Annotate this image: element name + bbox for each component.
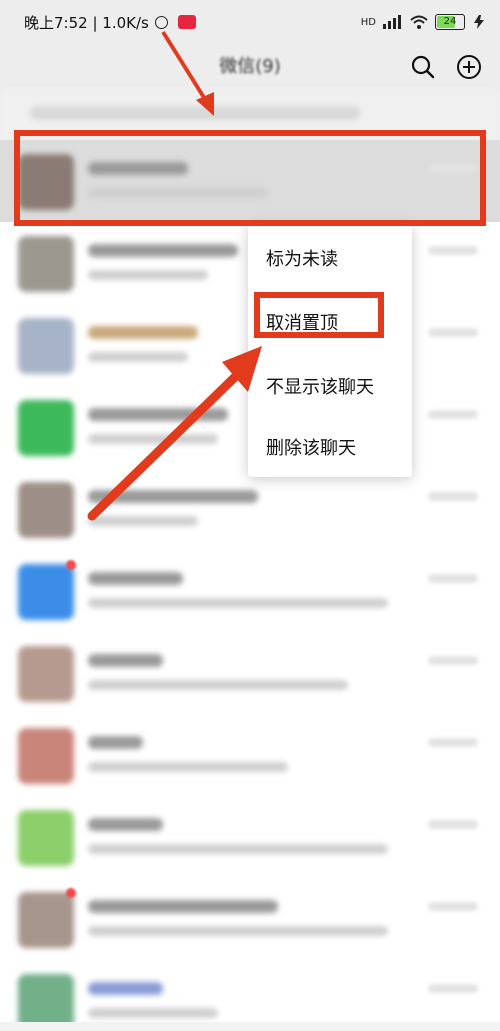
chat-row[interactable] — [0, 468, 500, 550]
avatar — [18, 318, 74, 374]
status-bar: 晚上7:52 | 1.0K/s HD 24 — [0, 0, 500, 44]
app-badge-icon — [177, 15, 196, 29]
chat-row[interactable] — [0, 632, 500, 714]
context-menu: 标为未读 取消置顶 不显示该聊天 删除该聊天 — [248, 225, 412, 477]
avatar — [18, 236, 74, 292]
network-label: HD — [360, 16, 376, 28]
avatar — [18, 400, 74, 456]
wifi-icon — [410, 15, 428, 29]
annotation-box-unpin — [254, 292, 384, 338]
menu-item-delete-chat[interactable]: 删除该聊天 — [266, 434, 356, 460]
chat-row[interactable] — [0, 960, 500, 1031]
charging-icon — [474, 15, 484, 29]
status-right: HD 24 — [361, 14, 486, 30]
app-header: 微信(9) — [0, 44, 500, 90]
annotation-box-pinned-row — [14, 130, 486, 226]
avatar — [18, 810, 74, 866]
status-left: 晚上7:52 | 1.0K/s — [24, 12, 196, 33]
battery-level: 24 — [443, 16, 457, 27]
avatar — [18, 892, 74, 948]
search-icon[interactable] — [408, 52, 438, 82]
chat-row[interactable] — [0, 550, 500, 632]
avatar — [18, 646, 74, 702]
alarm-clock-icon — [154, 15, 168, 29]
avatar — [18, 728, 74, 784]
plus-circle-icon[interactable] — [454, 52, 484, 82]
battery-icon: 24 — [435, 14, 465, 30]
avatar — [18, 564, 74, 620]
chat-row[interactable] — [0, 796, 500, 878]
menu-item-hide-chat[interactable]: 不显示该聊天 — [266, 373, 374, 399]
chat-row[interactable] — [0, 878, 500, 960]
chat-row[interactable] — [0, 714, 500, 796]
avatar — [18, 482, 74, 538]
menu-item-mark-unread[interactable]: 标为未读 — [266, 245, 338, 271]
bottom-nav-bar — [0, 1022, 500, 1031]
signal-icon — [383, 15, 401, 29]
status-time: 晚上7:52 | 1.0K/s — [24, 13, 149, 32]
